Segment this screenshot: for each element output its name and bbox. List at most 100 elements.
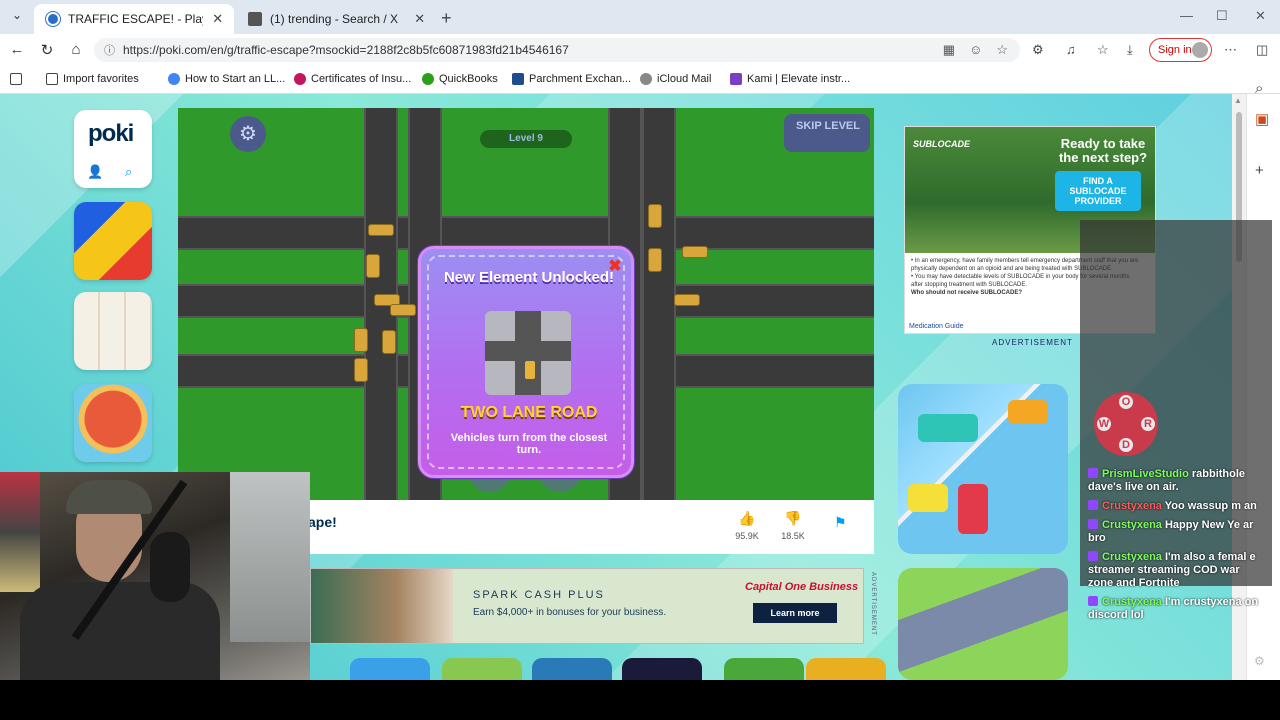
app-available-icon[interactable]: ▦ (943, 42, 955, 58)
car[interactable] (368, 224, 394, 236)
car (908, 484, 948, 512)
tab-traffic-escape[interactable]: TRAFFIC ESCAPE! - Play Online for ✕ (34, 4, 234, 34)
favorite-star-icon[interactable]: ☆ (996, 42, 1008, 58)
bookmark-label: How to Start an LL... (185, 73, 286, 85)
report-flag-icon[interactable]: ⚑ (834, 514, 847, 531)
bookmark-item[interactable]: iCloud Mail (640, 73, 711, 85)
car (918, 414, 978, 442)
game-thumbnail[interactable] (622, 658, 702, 680)
sign-in-label: Sign in (1158, 44, 1192, 56)
back-icon[interactable]: ← (8, 41, 26, 58)
car[interactable] (354, 328, 368, 352)
find-provider-button[interactable]: FIND A SUBLOCADE PROVIDER (1055, 171, 1141, 211)
sign-in-button[interactable]: Sign in (1149, 38, 1212, 62)
game-thumbnail[interactable] (724, 658, 804, 680)
like-button[interactable]: 👍 95.9K (732, 510, 762, 541)
avatar-icon (1192, 42, 1208, 58)
close-tab-icon[interactable]: ✕ (413, 11, 426, 27)
chat-username: Crustyxena (1102, 551, 1162, 563)
game-thumbnail-mahjong[interactable] (74, 292, 152, 370)
add-icon[interactable]: + (1255, 162, 1264, 179)
car[interactable] (366, 254, 380, 278)
poki-favicon-icon (46, 12, 60, 26)
modal-title: New Element Unlocked! (443, 269, 615, 286)
ad-label-vertical: ADVERTISEMENT (870, 572, 876, 636)
tools-icon[interactable]: ▣ (1255, 110, 1269, 128)
game-thumbnail[interactable] (350, 658, 430, 680)
element-description: Vehicles turn from the closest turn. (450, 432, 608, 456)
bookmark-item[interactable]: QuickBooks (422, 73, 498, 85)
bookmark-item[interactable]: Certificates of Insu... (294, 73, 411, 85)
search-icon[interactable]: ⌕ (125, 164, 132, 180)
dislike-count: 18.5K (781, 531, 805, 541)
streamer-body (20, 582, 220, 680)
scroll-up-icon[interactable]: ▲ (1234, 96, 1242, 105)
minimize-icon[interactable]: — (1180, 8, 1193, 23)
capital-one-ad[interactable]: SPARK CASH PLUS Earn $4,000+ in bonuses … (310, 568, 864, 644)
game-thumbnail[interactable] (532, 658, 612, 680)
screen: ⌄ TRAFFIC ESCAPE! - Play Online for ✕ (1… (0, 0, 1280, 720)
address-bar[interactable]: ⓘ https://poki.com/en/g/traffic-escape?m… (94, 38, 1020, 62)
user-icon[interactable]: 👤 (87, 164, 103, 180)
close-window-icon[interactable]: ✕ (1255, 8, 1266, 24)
game-thumbnail-hotdog[interactable] (74, 384, 152, 462)
search-icon[interactable]: ⌕ (1255, 80, 1263, 97)
car[interactable] (674, 294, 700, 306)
close-tab-icon[interactable]: ✕ (211, 11, 224, 27)
element-unlocked-modal: ✖ New Element Unlocked! TWO LANE ROAD Ve… (418, 246, 634, 478)
learn-more-button[interactable]: Learn more (753, 603, 837, 623)
more-menu-icon[interactable]: ⋯ (1224, 42, 1237, 58)
game-thumbnail[interactable] (806, 658, 886, 680)
reading-view-icon[interactable]: ☺ (969, 42, 982, 58)
downloads-icon[interactable]: ⤓ (1127, 42, 1133, 58)
chat-username: Crustyxena (1102, 519, 1162, 531)
car[interactable] (390, 304, 416, 316)
platform-badge-icon (1088, 519, 1098, 529)
media-icon[interactable]: ♫ (1066, 42, 1076, 57)
extensions-icon[interactable]: ⚙ (1032, 42, 1044, 58)
bookmark-label: Certificates of Insu... (311, 73, 412, 85)
game-thumbnail[interactable] (442, 658, 522, 680)
tab-x-search[interactable]: (1) trending - Search / X ✕ (236, 4, 436, 34)
skip-level-button[interactable]: SKIP LEVEL (784, 114, 870, 152)
sidebar-toggle-icon[interactable]: ◫ (1256, 42, 1268, 58)
car[interactable] (682, 246, 708, 258)
bookmark-reading-list[interactable] (10, 73, 22, 85)
two-lane-road-preview (485, 311, 571, 395)
car[interactable] (354, 358, 368, 382)
ad-photo (311, 569, 453, 643)
chat-settings-icon[interactable]: ⚙ (1254, 654, 1265, 668)
tab-list-chevron-icon[interactable]: ⌄ (8, 8, 26, 26)
home-icon[interactable]: ⌂ (67, 41, 85, 58)
bookmark-label: Import favorites (63, 73, 139, 85)
chat-message: Crustyxena I'm also a femal e streamer s… (1088, 551, 1264, 590)
bookmark-item[interactable]: Import favorites (46, 73, 139, 85)
level-indicator: Level 9 (480, 130, 572, 148)
info-icon[interactable]: ⓘ (104, 42, 115, 58)
refresh-icon[interactable]: ↻ (38, 41, 56, 59)
poki-logo-card[interactable]: poki 👤 ⌕ (74, 110, 152, 188)
word-game-logo: O W R D (1094, 392, 1158, 456)
favorites-icon[interactable]: ☆ (1097, 42, 1109, 58)
new-tab-icon[interactable]: + (441, 8, 452, 29)
logo-letter: O (1119, 395, 1133, 409)
car[interactable] (648, 204, 662, 228)
wall-poster (0, 472, 40, 592)
platform-badge-icon (1088, 468, 1098, 478)
car[interactable] (382, 330, 396, 354)
bookmark-item[interactable]: Kami | Elevate instr... (730, 73, 850, 85)
microphone (150, 532, 190, 602)
platform-badge-icon (1088, 551, 1098, 561)
medication-guide-link[interactable]: Medication Guide (909, 323, 963, 330)
maximize-icon[interactable]: ☐ (1216, 8, 1228, 24)
bookmark-item[interactable]: Parchment Exchan... (512, 73, 631, 85)
bookmark-item[interactable]: How to Start an LL... (168, 73, 285, 85)
game-thumbnail-road[interactable] (898, 568, 1068, 680)
parchment-icon (512, 73, 524, 85)
settings-gear-icon[interactable]: ⚙ (230, 116, 266, 152)
game-thumbnail-parking[interactable] (898, 384, 1068, 554)
game-thumbnail-blocks[interactable] (74, 202, 152, 280)
more-games-strip (310, 658, 890, 680)
car[interactable] (648, 248, 662, 272)
dislike-button[interactable]: 👎 18.5K (778, 510, 808, 541)
